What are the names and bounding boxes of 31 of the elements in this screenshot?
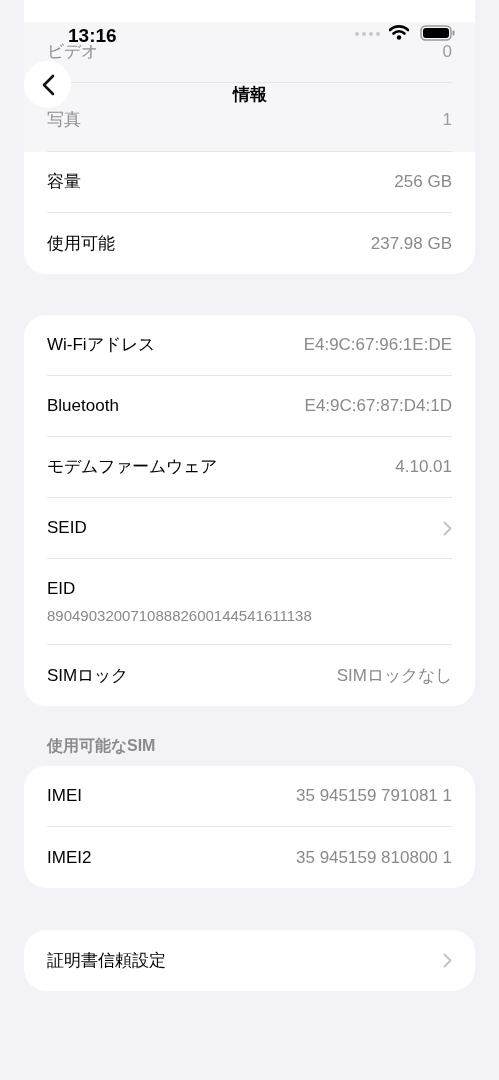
- settings-row[interactable]: 証明書信頼設定: [24, 930, 475, 991]
- wifi-icon: [389, 25, 409, 40]
- row-value: E4:9C:67:96:1E:DE: [303, 334, 452, 357]
- back-chevron-icon: [40, 73, 55, 96]
- chevron-icon: [443, 953, 452, 968]
- row-value: 256 GB: [394, 171, 452, 194]
- row-label: Bluetooth: [47, 395, 119, 418]
- row-value: 35 945159 791081 1: [296, 785, 452, 808]
- row-label: 容量: [47, 171, 81, 194]
- row-value: 89049032007108882600144541611138: [47, 606, 313, 626]
- signal-icon: [355, 32, 380, 36]
- row-label: IMEI2: [47, 846, 92, 869]
- row-value: E4:9C:67:87:D4:1D: [304, 395, 452, 418]
- row-value: 237.98 GB: [370, 232, 452, 255]
- section-header: 使用可能なSIM: [45, 736, 157, 757]
- row-label: 使用可能: [47, 232, 115, 255]
- chevron-icon: [443, 520, 452, 536]
- row-label: IMEI: [47, 785, 82, 808]
- row-value: SIMロックなし: [336, 664, 452, 687]
- row-label: 写真: [47, 109, 81, 132]
- row-label: EID: [47, 577, 77, 600]
- row-label: モデムファームウェア: [47, 456, 217, 479]
- battery-icon: [420, 25, 456, 41]
- row-value: 0: [442, 41, 452, 64]
- row-label: SIMロック: [47, 664, 129, 687]
- page-title: 情報: [232, 85, 267, 104]
- row-value: 35 945159 810800 1: [296, 846, 452, 869]
- row-value: 1: [442, 109, 452, 132]
- row-value: 4.10.01: [395, 456, 452, 479]
- row-label: Wi-Fiアドレス: [47, 334, 155, 357]
- settings-row[interactable]: SEID: [24, 498, 475, 559]
